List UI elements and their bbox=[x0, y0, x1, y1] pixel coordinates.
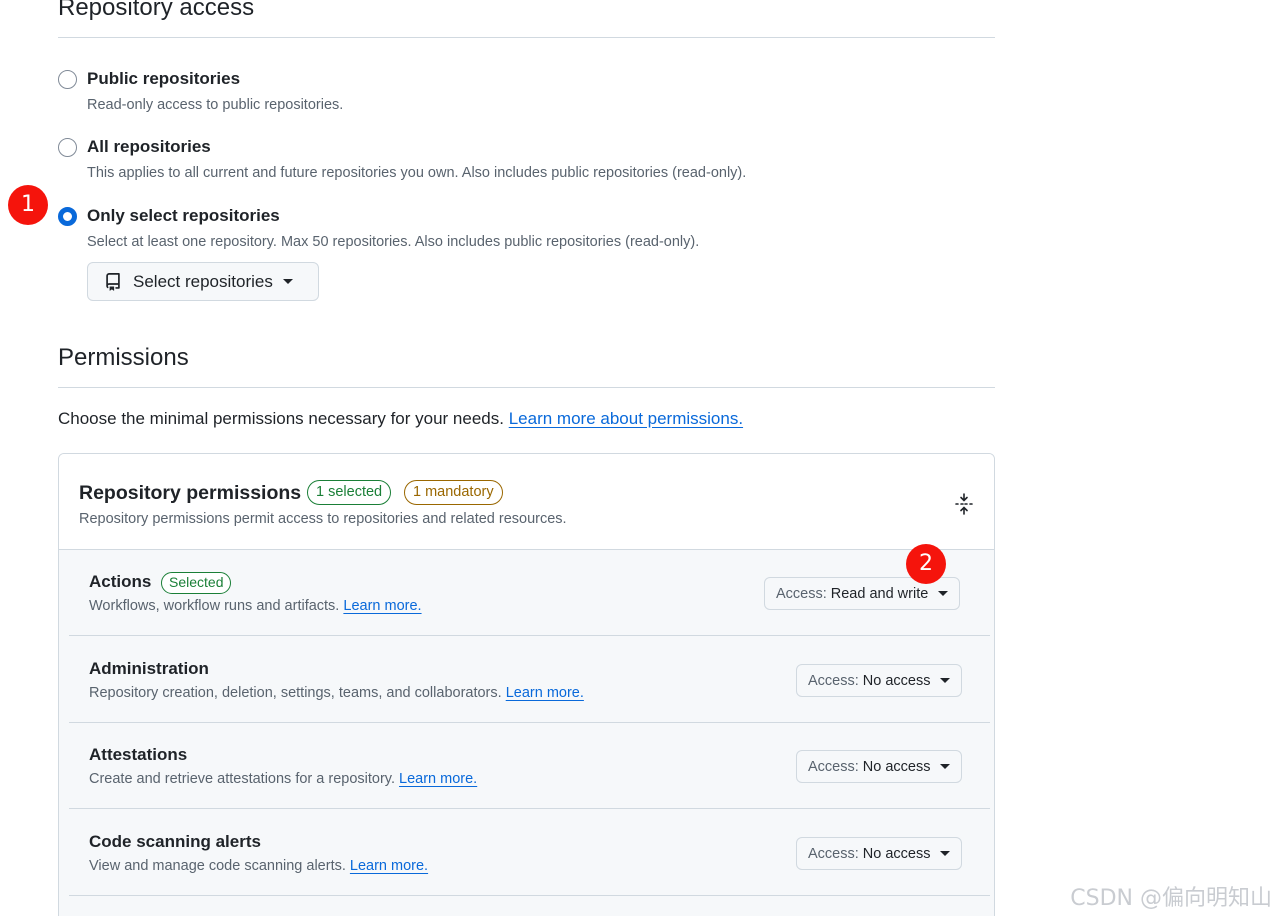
select-repositories-button[interactable]: Select repositories bbox=[87, 262, 319, 301]
permission-name: Administration bbox=[89, 659, 209, 678]
permission-row-administration: Administration Repository creation, dele… bbox=[69, 637, 990, 723]
permission-name: Actions bbox=[89, 572, 152, 591]
permission-list: Actions Selected Workflows, workflow run… bbox=[59, 550, 994, 916]
learn-more-link[interactable]: Learn more. bbox=[343, 598, 421, 614]
option-label: Public repositories bbox=[87, 69, 241, 88]
selected-count-badge: 1 selected bbox=[307, 480, 392, 505]
chevron-down-icon bbox=[940, 764, 951, 769]
access-prefix: Access: bbox=[808, 845, 859, 862]
mandatory-count-badge: 1 mandatory bbox=[404, 480, 503, 505]
access-prefix: Access: bbox=[776, 585, 827, 602]
permission-description: Workflows, workflow runs and artifacts. … bbox=[89, 598, 422, 614]
repository-permissions-header: Repository permissions 1 selected 1 mand… bbox=[59, 454, 994, 550]
permissions-intro: Choose the minimal permissions necessary… bbox=[58, 409, 743, 429]
repository-access-heading: Repository access bbox=[58, 0, 255, 21]
permission-description-text: Create and retrieve attestations for a r… bbox=[89, 771, 395, 787]
permission-row-attestations: Attestations Create and retrieve attesta… bbox=[69, 723, 990, 809]
access-value: No access bbox=[862, 845, 931, 862]
permission-description: View and manage code scanning alerts. Le… bbox=[89, 858, 428, 874]
access-dropdown-attestations[interactable]: Access: No access bbox=[796, 750, 963, 783]
chevron-down-icon bbox=[940, 851, 951, 856]
access-prefix: Access: bbox=[808, 758, 859, 775]
access-dropdown-administration[interactable]: Access: No access bbox=[796, 664, 963, 697]
permission-description-text: View and manage code scanning alerts. bbox=[89, 858, 346, 874]
learn-more-link[interactable]: Learn more. bbox=[399, 771, 477, 787]
repository-permissions-panel: Repository permissions 1 selected 1 mand… bbox=[58, 453, 995, 916]
permission-description: Repository creation, deletion, settings,… bbox=[89, 685, 584, 701]
selected-badge: Selected bbox=[161, 572, 232, 594]
option-description: Select at least one repository. Max 50 r… bbox=[87, 234, 700, 250]
permission-name: Code scanning alerts bbox=[89, 832, 261, 851]
chevron-down-icon bbox=[282, 279, 293, 284]
learn-more-permissions-link[interactable]: Learn more about permissions. bbox=[509, 409, 743, 428]
permission-description-text: Repository creation, deletion, settings,… bbox=[89, 685, 502, 701]
permissions-intro-text: Choose the minimal permissions necessary… bbox=[58, 409, 504, 428]
chevron-down-icon bbox=[938, 591, 949, 596]
option-description: Read-only access to public repositories. bbox=[87, 97, 344, 113]
option-label: Only select repositories bbox=[87, 206, 280, 225]
chevron-down-icon bbox=[940, 678, 951, 683]
select-repositories-label: Select repositories bbox=[133, 271, 273, 291]
repository-permissions-description: Repository permissions permit access to … bbox=[79, 511, 567, 527]
permission-row-code-scanning-alerts: Code scanning alerts View and manage cod… bbox=[69, 810, 990, 896]
permission-row-actions: Actions Selected Workflows, workflow run… bbox=[69, 550, 990, 636]
access-value: No access bbox=[862, 758, 931, 775]
learn-more-link[interactable]: Learn more. bbox=[506, 685, 584, 701]
divider bbox=[58, 387, 995, 388]
repository-permissions-title: Repository permissions bbox=[79, 482, 302, 504]
callout-badge-1: 1 bbox=[8, 185, 48, 225]
access-value: Read and write bbox=[830, 585, 929, 602]
permission-description: Create and retrieve attestations for a r… bbox=[89, 771, 477, 787]
permission-description-text: Workflows, workflow runs and artifacts. bbox=[89, 598, 340, 614]
learn-more-link[interactable]: Learn more. bbox=[350, 858, 428, 874]
callout-badge-2: 2 bbox=[906, 544, 946, 584]
page: Repository access Public repositories Re… bbox=[0, 0, 1280, 916]
option-description: This applies to all current and future r… bbox=[87, 165, 747, 181]
radio-only-select-repositories[interactable] bbox=[58, 207, 77, 226]
fold-icon[interactable] bbox=[955, 493, 973, 515]
access-prefix: Access: bbox=[808, 672, 859, 689]
radio-all-repositories[interactable] bbox=[58, 138, 77, 157]
access-dropdown-code-scanning-alerts[interactable]: Access: No access bbox=[796, 837, 963, 870]
watermark: CSDN @偏向明知山 bbox=[1070, 886, 1272, 911]
divider bbox=[58, 37, 995, 38]
radio-public-repositories[interactable] bbox=[58, 70, 77, 89]
access-value: No access bbox=[862, 672, 931, 689]
permissions-heading: Permissions bbox=[58, 344, 189, 371]
permission-name: Attestations bbox=[89, 745, 188, 764]
repo-icon bbox=[104, 272, 122, 291]
option-label: All repositories bbox=[87, 137, 211, 156]
